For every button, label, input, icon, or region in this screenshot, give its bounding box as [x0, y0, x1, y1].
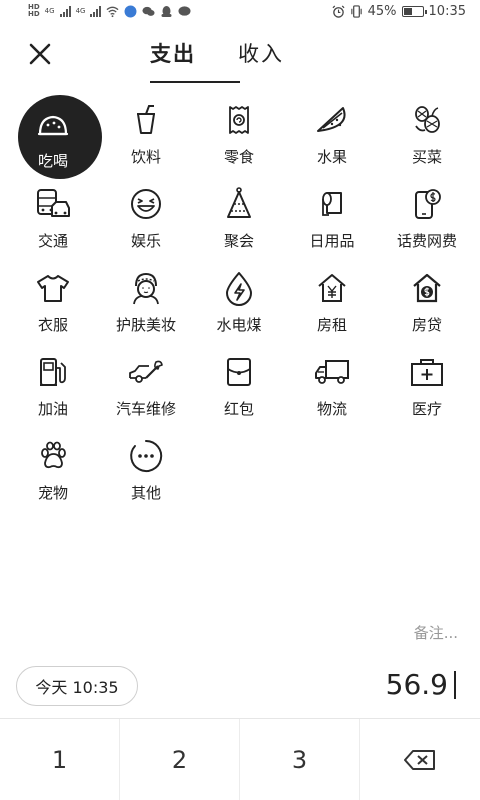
tshirt-icon — [35, 270, 71, 306]
phone-bill-icon — [409, 186, 445, 222]
hd-indicator: HD HD — [28, 3, 40, 18]
category-entertainment[interactable]: 娱乐 — [101, 178, 191, 262]
vibrate-icon — [350, 4, 362, 18]
qq-icon — [161, 5, 172, 17]
active-tab-indicator — [150, 81, 240, 83]
category-clothes[interactable]: 衣服 — [8, 262, 98, 346]
alarm-icon — [332, 5, 345, 18]
utilities-icon — [221, 270, 257, 306]
wechat-icon — [142, 6, 155, 16]
category-food[interactable]: 吃喝 — [8, 94, 102, 179]
category-mortgage[interactable]: 房贷 — [382, 262, 472, 346]
category-fruit[interactable]: 水果 — [287, 94, 377, 178]
amount-value: 56.9 — [385, 668, 448, 701]
paw-icon — [35, 438, 71, 474]
header: 支出 收入 — [0, 26, 480, 84]
category-phone-bill[interactable]: 话费网费 — [382, 178, 472, 262]
network-type-2: 4G — [75, 7, 86, 15]
food-icon — [35, 108, 71, 144]
watermelon-icon — [314, 102, 350, 138]
category-utilities[interactable]: 水电煤 — [194, 262, 284, 346]
groceries-icon — [409, 102, 445, 138]
amount-display[interactable]: 56.9 — [386, 668, 456, 701]
key-2[interactable]: 2 — [120, 719, 240, 800]
text-cursor — [454, 670, 456, 699]
skincare-icon — [128, 270, 164, 306]
category-red-envelope[interactable]: 红包 — [194, 346, 284, 430]
mortgage-icon — [409, 270, 445, 306]
category-transport[interactable]: 交通 — [8, 178, 98, 262]
category-medical[interactable]: 医疗 — [382, 346, 472, 430]
category-groceries[interactable]: 买菜 — [382, 94, 472, 178]
party-hat-icon — [221, 186, 257, 222]
tab-expense[interactable]: 支出 — [150, 38, 196, 68]
transport-icon — [35, 186, 71, 222]
truck-icon — [314, 354, 350, 390]
note-input[interactable]: 备注... — [414, 622, 458, 643]
close-icon[interactable] — [26, 40, 54, 68]
snack-icon — [221, 102, 257, 138]
browser-icon — [124, 5, 137, 17]
red-envelope-icon — [221, 354, 257, 390]
fuel-icon — [35, 354, 71, 390]
category-snack[interactable]: 零食 — [194, 94, 284, 178]
battery-icon — [401, 5, 427, 17]
drink-icon — [128, 102, 164, 138]
date-time-button[interactable]: 今天 10:35 — [16, 666, 138, 706]
message-icon — [178, 5, 191, 16]
category-skincare[interactable]: 护肤美妆 — [101, 262, 191, 346]
signal-icon — [59, 5, 71, 17]
signal-icon-2 — [90, 5, 102, 17]
category-drink[interactable]: 饮料 — [101, 94, 191, 178]
status-right: 45% 10:35 — [332, 4, 466, 19]
date-time-label: 今天 10:35 — [35, 678, 119, 697]
tissue-icon — [314, 186, 350, 222]
more-icon — [128, 438, 164, 474]
number-keypad: 1 2 3 — [0, 718, 480, 800]
rent-icon — [314, 270, 350, 306]
category-logistics[interactable]: 物流 — [287, 346, 377, 430]
wifi-icon — [106, 6, 119, 17]
status-left: HD HD 4G 4G — [28, 4, 191, 18]
key-1[interactable]: 1 — [0, 719, 120, 800]
category-pet[interactable]: 宠物 — [8, 430, 98, 514]
category-party[interactable]: 聚会 — [194, 178, 284, 262]
entertainment-icon — [128, 186, 164, 222]
category-rent[interactable]: 房租 — [287, 262, 377, 346]
car-repair-icon — [128, 354, 164, 390]
backspace-key[interactable] — [360, 719, 480, 800]
tab-income[interactable]: 收入 — [238, 38, 284, 68]
battery-fill — [403, 7, 412, 15]
category-car-repair[interactable]: 汽车维修 — [101, 346, 191, 430]
backspace-icon — [404, 750, 435, 770]
category-daily-goods[interactable]: 日用品 — [287, 178, 377, 262]
battery-percent: 45% — [367, 3, 397, 19]
clock: 10:35 — [428, 3, 466, 19]
key-3[interactable]: 3 — [240, 719, 360, 800]
medical-kit-icon — [409, 354, 445, 390]
status-bar: HD HD 4G 4G 45% 10:35 — [0, 0, 480, 22]
category-other[interactable]: 其他 — [101, 430, 191, 514]
type-tabs: 支出 收入 — [150, 38, 284, 68]
category-fuel[interactable]: 加油 — [8, 346, 98, 430]
network-type-1: 4G — [44, 7, 55, 15]
